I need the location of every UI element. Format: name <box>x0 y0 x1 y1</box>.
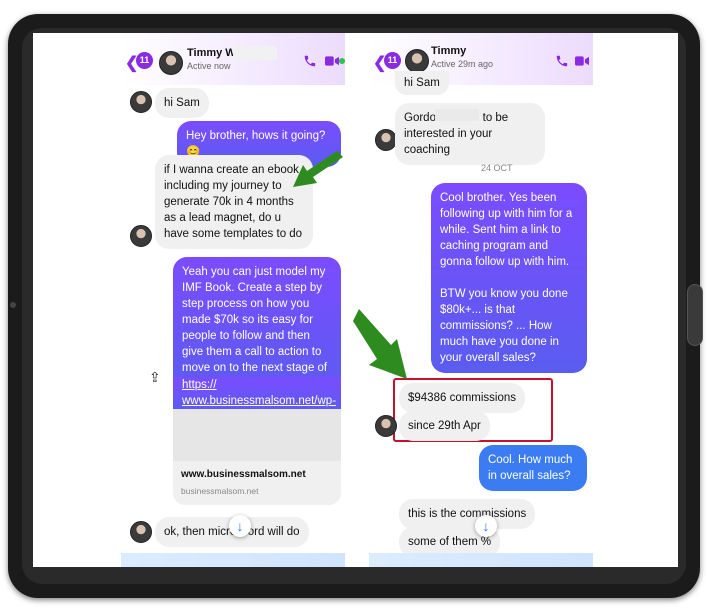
phone-icon[interactable] <box>555 54 569 68</box>
message-bubble: Cool brother. Yes been following up with… <box>431 183 587 373</box>
contact-status: Active now <box>187 61 231 71</box>
unread-badge: 11 <box>136 52 153 69</box>
annotation-arrow-icon <box>353 309 407 379</box>
avatar <box>130 521 152 543</box>
link-text[interactable]: https:// www.businessmalsom.net/wp- <box>173 377 341 413</box>
phone-icon[interactable] <box>303 54 317 68</box>
scroll-down-icon[interactable]: ↓ <box>229 515 251 537</box>
composer-bar[interactable] <box>121 553 345 567</box>
redacted-name <box>233 46 277 60</box>
video-call-icon[interactable] <box>575 55 589 67</box>
link-preview-domain: businessmalsom.net <box>181 486 259 496</box>
avatar <box>375 415 397 437</box>
message-bubble: $94386 commissions <box>399 383 526 413</box>
tablet-home-button <box>687 284 703 346</box>
avatar <box>130 225 152 247</box>
link-preview-image <box>173 409 341 461</box>
message-bubble: hi Sam <box>395 71 449 95</box>
redacted-name <box>435 109 479 121</box>
composer-bar[interactable] <box>369 553 593 567</box>
link-preview-title: www.businessmalsom.net <box>181 469 306 480</box>
chat-panel-left: ❮ 11 Timmy W Active now hi Sam Hey broth… <box>121 33 345 567</box>
avatar <box>375 129 397 151</box>
share-icon[interactable]: ⇪ <box>149 369 161 386</box>
contact-name[interactable]: Timmy W <box>187 47 236 59</box>
message-bubble: hi Sam <box>155 88 209 118</box>
message-bubble: Cool. How much in overall sales? <box>479 445 587 491</box>
active-dot <box>339 58 345 64</box>
contact-name[interactable]: Timmy <box>431 45 466 57</box>
avatar <box>130 91 152 113</box>
unread-badge: 11 <box>384 52 401 69</box>
link-preview-card[interactable]: www.businessmalsom.net businessmalsom.ne… <box>173 461 341 505</box>
avatar[interactable] <box>159 51 183 75</box>
video-call-icon[interactable] <box>325 55 339 67</box>
annotation-arrow-icon <box>293 151 343 187</box>
message-bubble: if I wanna create an ebook including my … <box>155 155 313 249</box>
scroll-down-icon[interactable]: ↓ <box>475 515 497 537</box>
avatar[interactable] <box>405 49 429 73</box>
contact-status: Active 29m ago <box>431 59 494 69</box>
date-divider: 24 OCT <box>481 163 513 173</box>
message-bubble: this is the commissions <box>399 499 536 529</box>
tablet-camera <box>10 302 16 308</box>
message-bubble: since 29th Apr <box>399 411 490 441</box>
chat-panel-right: ❮ 11 Timmy Active 29m ago hi Sam Gordon … <box>369 33 593 567</box>
screen: ❮ 11 Timmy W Active now hi Sam Hey broth… <box>33 33 678 567</box>
